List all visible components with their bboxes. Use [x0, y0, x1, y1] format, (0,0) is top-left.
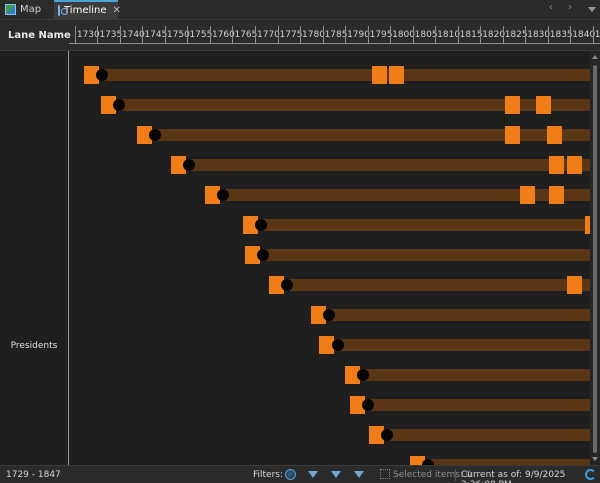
visible-range: 1729 - 1847	[6, 470, 61, 480]
axis-tick-label: 1800	[390, 26, 415, 44]
axis-tick-label: 1750	[164, 26, 190, 44]
timeline-event-marker[interactable]	[504, 96, 520, 114]
timeline-event-marker[interactable]	[549, 156, 565, 174]
axis-tick-label: 1805	[412, 26, 438, 44]
timeline-bar[interactable]	[84, 69, 590, 81]
timeline-bar[interactable]	[137, 129, 590, 141]
globe-filter-icon[interactable]	[285, 469, 296, 480]
axis-tick-label: 1825	[502, 26, 528, 44]
timeline-point-marker[interactable]	[381, 429, 394, 441]
timeline-bar[interactable]	[349, 399, 590, 411]
tab-map[interactable]: Map	[1, 1, 49, 18]
selection-icon	[380, 469, 390, 479]
timeline-event-marker[interactable]	[549, 186, 565, 204]
timeline-bar[interactable]	[319, 339, 590, 351]
map-icon	[5, 4, 16, 15]
axis-tick-label: 1810	[435, 26, 460, 44]
timeline-event-marker[interactable]	[546, 126, 562, 144]
filter-icon[interactable]	[308, 471, 318, 478]
time-axis[interactable]: 1730 1735 1740 1745 1750 1755 1760 1765 1770 1775…	[69, 26, 600, 44]
lane-name-presidents[interactable]: Presidents	[0, 341, 68, 351]
timeline-bar[interactable]	[268, 279, 590, 291]
timeline-bar[interactable]	[345, 369, 590, 381]
axis-tick-label: 1740	[119, 26, 145, 44]
timeline-bar[interactable]	[368, 429, 590, 441]
axis-tick-label: 1745	[142, 26, 167, 44]
timeline-header: Lane Name 1730 1735 1740 1745 1750 1755 1760 17…	[0, 20, 600, 51]
timeline-plot-area[interactable]	[69, 51, 590, 465]
axis-tick-label: 1735	[97, 26, 122, 44]
timeline-bar[interactable]	[170, 159, 590, 171]
timeline-point-marker[interactable]	[182, 159, 195, 171]
timeline-icon	[58, 5, 68, 16]
axis-tick-label: 1755	[187, 26, 212, 44]
filters-label: Filters:	[253, 470, 284, 480]
axis-tick-label: 1835	[547, 26, 573, 44]
axis-tick-label: 1815	[457, 26, 483, 44]
axis-tick-label: 1760	[209, 26, 235, 44]
tab-timeline[interactable]: Timeline ✕	[54, 0, 121, 19]
lane-column: Presidents	[0, 51, 68, 465]
axis-tick-label: 1845	[592, 26, 600, 44]
vertical-scrollbar[interactable]	[590, 51, 600, 465]
lane-name-header: Lane Name	[8, 30, 71, 41]
tab-scroll-arrows[interactable]: ‹ ›	[549, 2, 578, 13]
timeline-event-marker[interactable]	[567, 156, 583, 174]
timeline-window: Map Timeline ✕ ‹ › Lane Name 1730 1735 174…	[0, 0, 600, 483]
timeline-point-marker[interactable]	[256, 249, 269, 261]
timeline-bar[interactable]	[242, 219, 590, 231]
selected-items-count: Selected items: 0	[393, 470, 472, 480]
axis-tick-label: 1790	[345, 26, 370, 44]
axis-tick-label: 1775	[277, 26, 302, 44]
axis-tick-label: 1795	[367, 26, 393, 44]
axis-tick-label: 1730	[74, 26, 100, 44]
timeline-point-marker[interactable]	[331, 339, 344, 351]
axis-tick-label: 1765	[232, 26, 257, 44]
timeline-event-marker[interactable]	[389, 66, 405, 84]
timeline-event-marker[interactable]	[567, 276, 583, 294]
current-as-of: Current as of: 9/9/2025 2:36:08 PM	[461, 470, 566, 483]
axis-tick-label: 1770	[255, 26, 280, 44]
axis-tick-label: 1840	[570, 26, 595, 44]
scroll-up-icon[interactable]	[592, 55, 598, 59]
timeline-event-marker[interactable]	[519, 186, 535, 204]
tab-bar: Map Timeline ✕ ‹ ›	[0, 0, 600, 20]
timeline-point-marker[interactable]	[361, 399, 374, 411]
axis-tick-label: 1830	[525, 26, 550, 44]
axis-tick-label: 1785	[322, 26, 347, 44]
refresh-icon[interactable]	[585, 469, 596, 480]
scroll-down-icon[interactable]	[592, 457, 598, 461]
filter-extent-icon[interactable]	[354, 471, 364, 478]
timeline-point-marker[interactable]	[255, 219, 267, 231]
timeline-point-marker[interactable]	[280, 279, 293, 291]
timeline-bar[interactable]	[244, 249, 590, 261]
timeline-event-marker[interactable]	[504, 126, 520, 144]
status-bar: 1729 - 1847 Filters: Selected items: 0 C…	[0, 465, 600, 483]
tab-map-label: Map	[20, 4, 42, 15]
filter-query-icon[interactable]	[331, 471, 341, 478]
timeline-event-marker[interactable]	[372, 66, 388, 84]
chevron-down-icon[interactable]	[588, 7, 596, 12]
status-separator	[455, 469, 456, 481]
tab-timeline-label: Timeline	[64, 5, 107, 16]
scrollbar-thumb[interactable]	[593, 65, 597, 453]
axis-tick-label: 1780	[300, 26, 325, 44]
timeline-event-marker[interactable]	[536, 96, 552, 114]
close-icon[interactable]: ✕	[113, 5, 121, 16]
timeline-bar[interactable]	[311, 309, 590, 321]
axis-tick-label: 1820	[480, 26, 505, 44]
